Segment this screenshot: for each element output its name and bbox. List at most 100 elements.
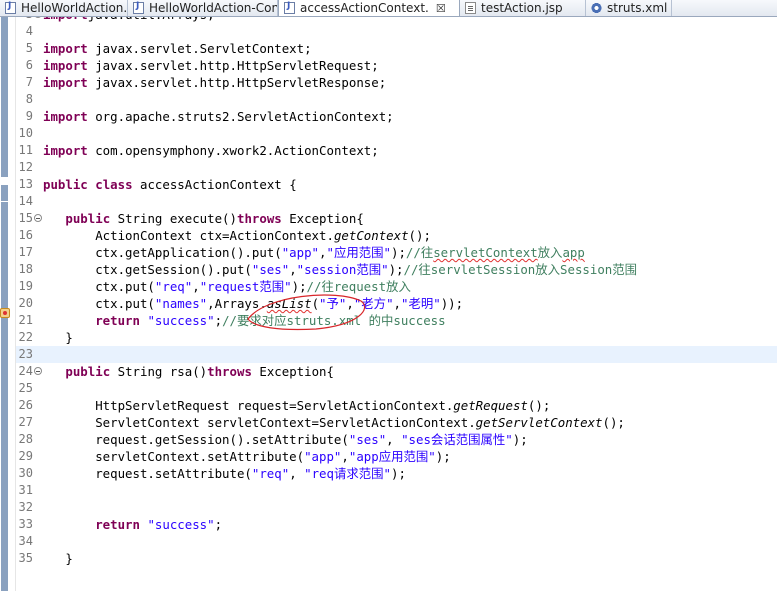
code-token: (); <box>408 228 431 243</box>
collapse-fold-icon[interactable] <box>34 214 42 222</box>
code-line[interactable]: 8 <box>16 91 777 108</box>
code-line[interactable]: 5 import javax.servlet.ServletContext; <box>16 40 777 57</box>
code-token: com.opensymphony.xwork2.ActionContext; <box>87 143 379 158</box>
code-line[interactable]: 34 <box>16 533 777 550</box>
code-line[interactable]: 4 <box>16 23 777 40</box>
line-number: 29 <box>18 449 33 463</box>
code-text: request.getSession().setAttribute("ses",… <box>43 431 528 448</box>
java-file-icon <box>5 1 16 14</box>
code-token: Exception{ <box>251 364 334 379</box>
code-line[interactable]: 27 ServletContext servletContext=Servlet… <box>16 414 777 431</box>
code-line[interactable]: 10 <box>16 125 777 142</box>
code-line[interactable]: 9 import org.apache.struts2.ServletAction… <box>16 108 777 125</box>
code-line[interactable]: 13 public class accessActionContext { <box>16 176 777 193</box>
code-line[interactable]: 26 HttpServletRequest request=ServletAct… <box>16 397 777 414</box>
close-tab-icon[interactable]: ☒ <box>436 2 446 15</box>
code-token: HttpServletRequest request=ServletAction… <box>43 398 454 413</box>
code-token: "老明" <box>401 296 441 311</box>
code-line[interactable]: 31 <box>16 482 777 499</box>
code-token: } <box>43 551 73 566</box>
line-number: 21 <box>18 313 33 327</box>
code-editor[interactable]: 3importjava.util.Arrays;45import javax.s… <box>16 17 777 591</box>
editor-tab-bar: HelloWorldAction.jav HelloWorldAction-Con… <box>0 0 777 17</box>
line-number: 18 <box>18 262 33 276</box>
code-line[interactable]: 28 request.getSession().setAttribute("se… <box>16 431 777 448</box>
tab-label: HelloWorldAction-Con <box>149 1 278 15</box>
line-number: 10 <box>18 126 33 140</box>
code-token: ctx.getSession().put( <box>43 262 252 277</box>
code-line[interactable]: 22 } <box>16 329 777 346</box>
code-token: ,Arrays. <box>207 296 267 311</box>
code-token: request.getSession().setAttribute( <box>43 432 349 447</box>
line-number: 27 <box>18 415 33 429</box>
code-token: //往request放入 <box>306 279 411 294</box>
code-token: getContext <box>333 228 409 243</box>
code-token: public <box>65 364 111 379</box>
code-text: public class accessActionContext { <box>43 176 297 193</box>
code-text: servletContext.setAttribute("app","app应用… <box>43 448 450 465</box>
code-line[interactable]: 32 <box>16 499 777 516</box>
code-line[interactable]: 23 <box>16 346 777 363</box>
code-token: String execute() <box>110 211 237 226</box>
code-token: "success" <box>147 313 215 328</box>
code-token: return <box>95 517 140 532</box>
code-token: ServletContext servletContext=ServletAct… <box>43 415 476 430</box>
code-token: servletContext <box>433 245 538 260</box>
code-text: import javax.servlet.http.HttpServletReq… <box>43 57 379 74</box>
line-number: 8 <box>25 92 33 106</box>
line-number: 11 <box>18 143 33 157</box>
code-line[interactable]: 17 ctx.getApplication().put("app","应用范围"… <box>16 244 777 261</box>
code-line[interactable]: 24 public String rsa()throws Exception{ <box>16 363 777 380</box>
code-line[interactable]: 6 import javax.servlet.http.HttpServletRe… <box>16 57 777 74</box>
code-text: ActionContext ctx=ActionContext.getConte… <box>43 227 431 244</box>
code-line[interactable]: 30 request.setAttribute("req", "req请求范围"… <box>16 465 777 482</box>
code-line[interactable]: 16 ActionContext ctx=ActionContext.getCo… <box>16 227 777 244</box>
annotation-ruler[interactable] <box>0 17 16 591</box>
code-line[interactable]: 35 } <box>16 550 777 567</box>
tab-2[interactable]: HelloWorldAction-Con <box>128 0 278 16</box>
error-marker-icon[interactable] <box>0 308 10 318</box>
tab-label: struts.xml <box>607 1 668 15</box>
code-line[interactable]: 19 ctx.put("req","request范围");//往request… <box>16 278 777 295</box>
code-line[interactable]: 18 ctx.getSession().put("ses","session范围… <box>16 261 777 278</box>
code-token: ; <box>214 313 223 328</box>
tab-4[interactable]: testAction.jsp <box>460 0 586 16</box>
tab-5[interactable]: struts.xml <box>586 0 672 16</box>
line-number: 7 <box>25 75 33 89</box>
code-line[interactable]: 33 return "success"; <box>16 516 777 533</box>
code-token: } <box>43 330 73 345</box>
code-token: //往servletSession放入Session范围 <box>403 262 638 277</box>
code-line[interactable]: 7 import javax.servlet.http.HttpServletRe… <box>16 74 777 91</box>
collapse-fold-icon[interactable] <box>34 17 42 18</box>
code-token: app <box>562 245 585 260</box>
code-token: public <box>65 211 111 226</box>
code-token: import <box>43 41 88 56</box>
code-line[interactable]: 20 ctx.put("names",Arrays.asList("予","老方… <box>16 295 777 312</box>
code-token: class <box>95 177 133 192</box>
code-line[interactable]: 29 servletContext.setAttribute("app","ap… <box>16 448 777 465</box>
java-file-icon <box>133 1 144 14</box>
tab-3[interactable]: accessActionContext. ☒ <box>278 0 460 16</box>
code-token: accessActionContext { <box>132 177 297 192</box>
tab-1[interactable]: HelloWorldAction.jav <box>0 0 128 16</box>
code-token: ); <box>390 245 406 260</box>
code-token: "req" <box>154 279 193 294</box>
code-token: "予" <box>319 296 347 311</box>
code-line[interactable]: 21 return "success";//要求对应struts.xml 的中s… <box>16 312 777 329</box>
code-line[interactable]: 25 <box>16 380 777 397</box>
code-line[interactable]: 15 public String execute()throws Excepti… <box>16 210 777 227</box>
collapse-fold-icon[interactable] <box>34 367 42 375</box>
code-token: //往 <box>405 245 434 260</box>
code-token: ); <box>512 432 528 447</box>
line-number: 5 <box>25 41 33 55</box>
tab-label: testAction.jsp <box>481 1 563 15</box>
code-token: throws <box>236 211 282 226</box>
code-line[interactable]: 14 <box>16 193 777 210</box>
code-line[interactable]: 11 import com.opensymphony.xwork2.ActionC… <box>16 142 777 159</box>
code-token: 放入 <box>537 245 563 260</box>
line-number: 30 <box>18 466 33 480</box>
code-line[interactable]: 12 <box>16 159 777 176</box>
